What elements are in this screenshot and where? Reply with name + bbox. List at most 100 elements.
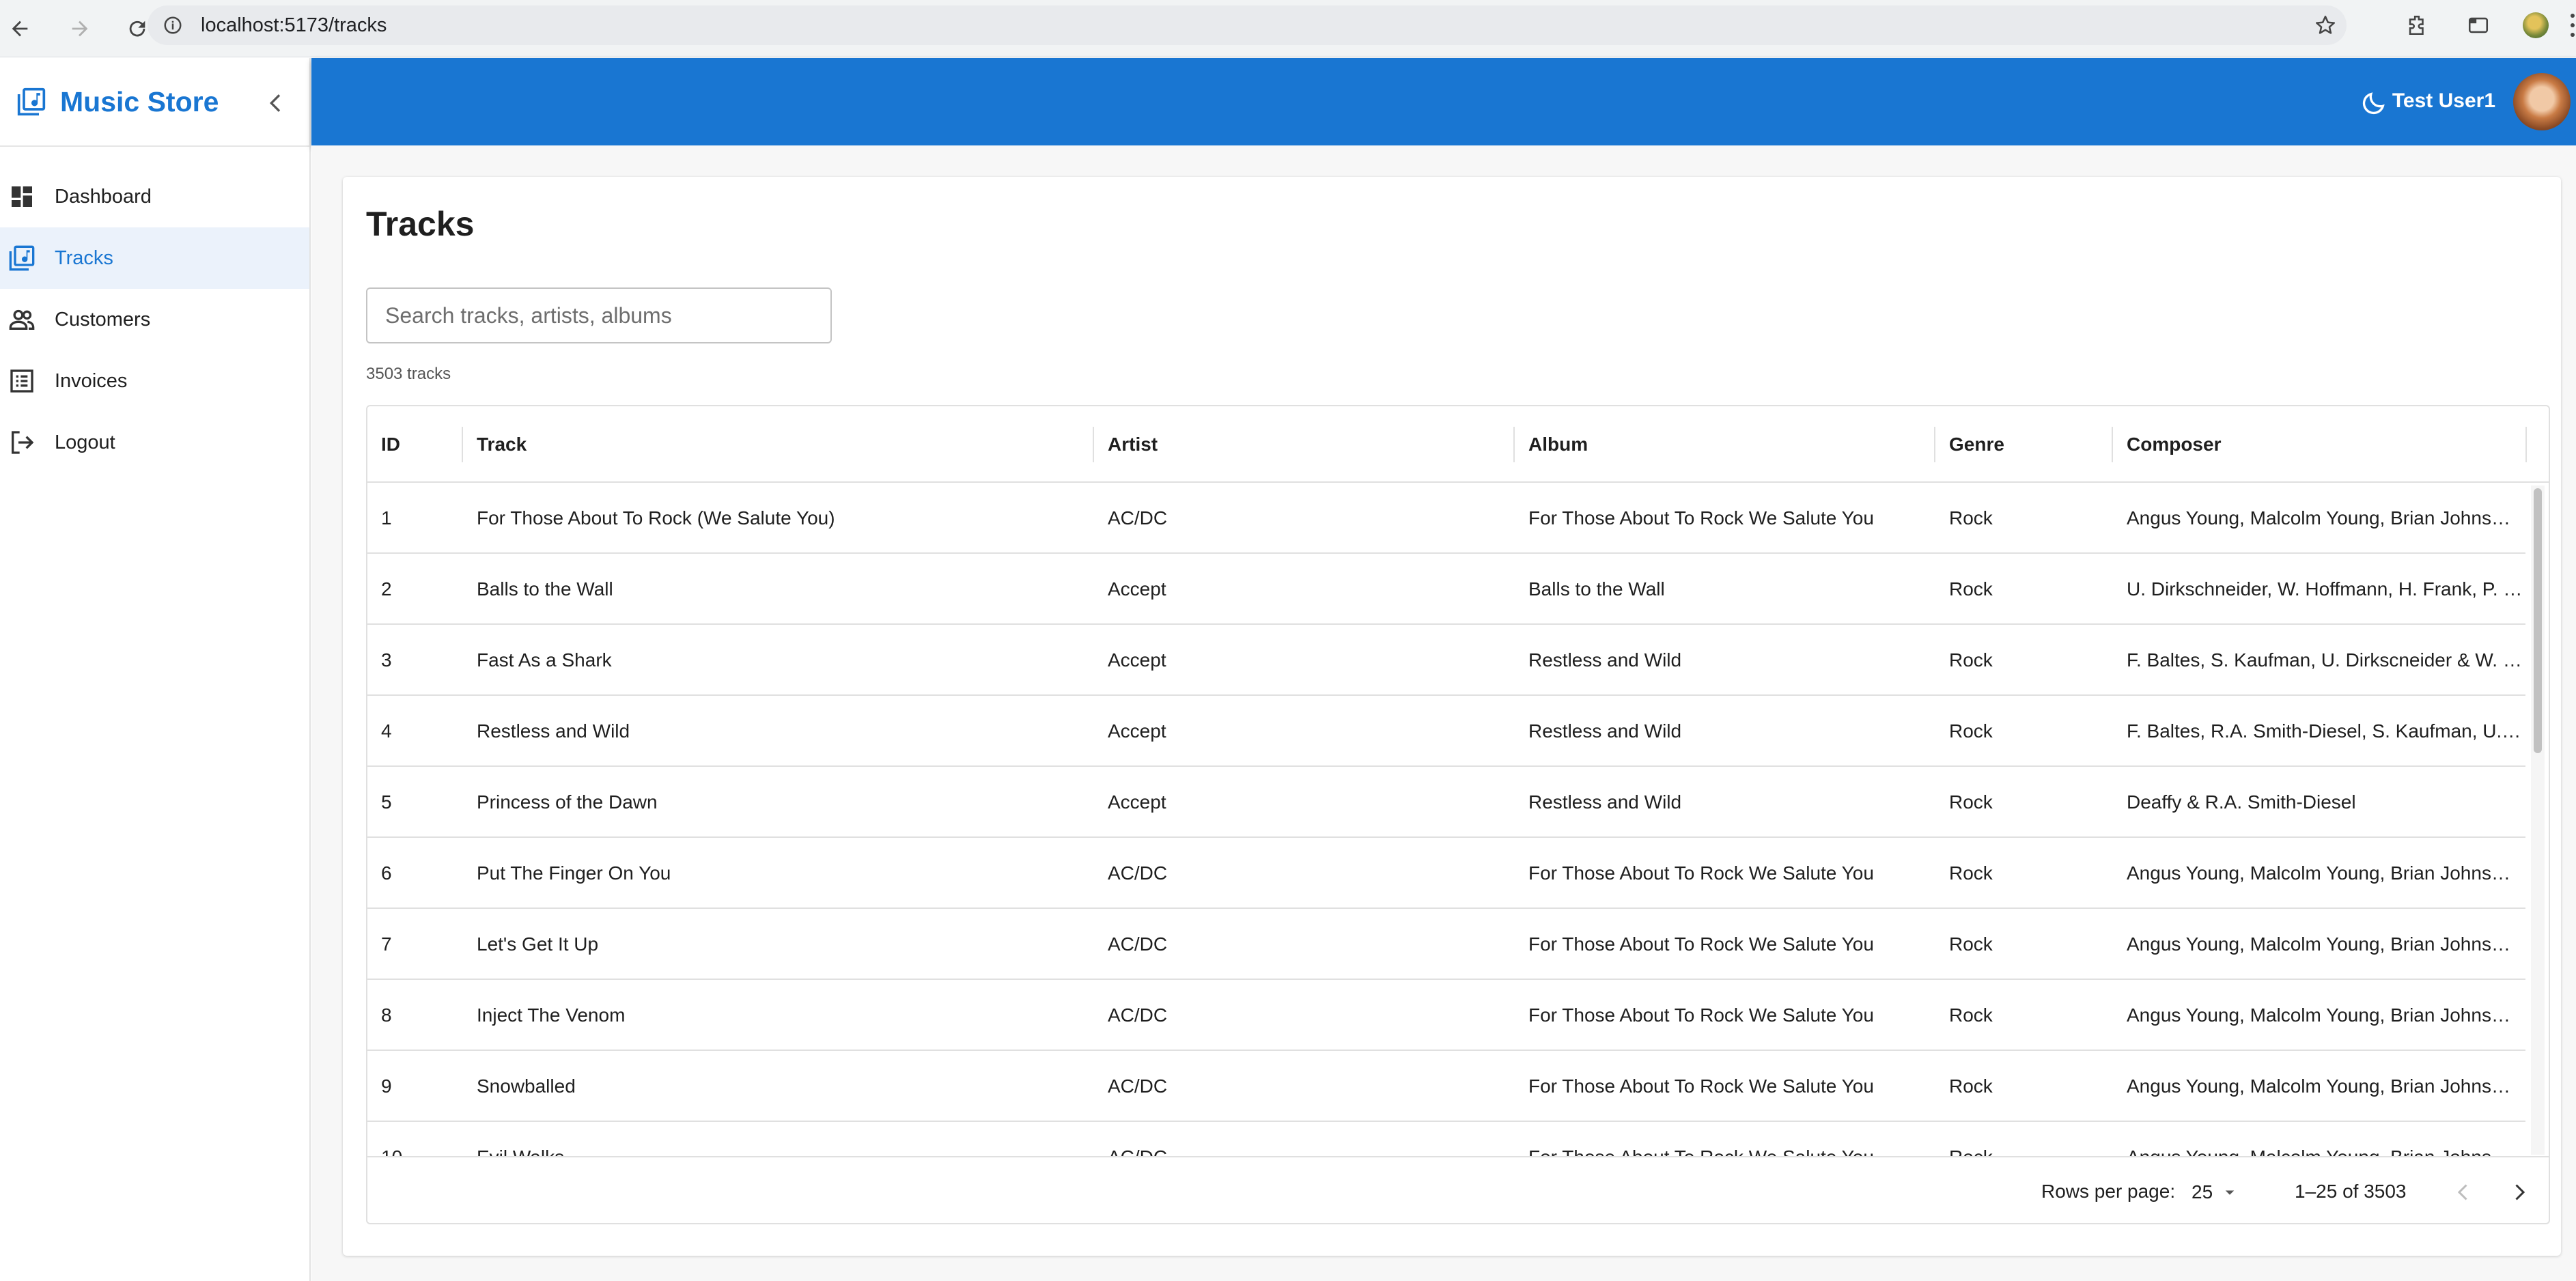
cell-composer-text: U. Dirkschneider, W. Hoffmann, H. Frank,…	[2127, 578, 2523, 600]
cell-id: 1	[367, 483, 462, 554]
cell-album-text: Restless and Wild	[1528, 791, 1682, 813]
cell-track: For Those About To Rock (We Salute You)	[463, 483, 1093, 554]
rows-per-page-value: 25	[2192, 1181, 2213, 1202]
sidebar-item-customers[interactable]: Customers	[0, 289, 309, 350]
moon-icon[interactable]	[2360, 89, 2388, 117]
sidebar-item-logout[interactable]: Logout	[0, 412, 309, 473]
sidebar-item-tracks[interactable]: Tracks	[0, 227, 309, 289]
tracks-card: Tracks 3503 tracks ID Track Artist Album…	[343, 177, 2561, 1256]
cell-id: 10	[367, 1122, 462, 1156]
people-icon	[9, 309, 35, 330]
cell-genre-text: Rock	[1949, 1075, 1993, 1097]
cell-artist-text: AC/DC	[1108, 507, 1168, 529]
cell-genre: Rock	[1935, 696, 2112, 767]
cell-genre: Rock	[1935, 1122, 2112, 1156]
search-input[interactable]	[366, 287, 832, 343]
bookmark-star-icon[interactable]	[2314, 14, 2337, 37]
table-row[interactable]: 7 Let's Get It Up AC/DC For Those About To …	[367, 909, 2525, 980]
chevron-left-icon[interactable]	[262, 89, 290, 117]
cell-album-text: For Those About To Rock We Salute You	[1528, 1146, 1874, 1156]
cell-composer-text: F. Baltes, R.A. Smith-Diesel, S. Kaufman…	[2127, 720, 2525, 742]
cell-composer: Deaffy & R.A. Smith-Diesel	[2113, 767, 2525, 838]
column-header-track[interactable]: Track	[463, 406, 1093, 483]
extensions-icon[interactable]	[2405, 14, 2428, 37]
cell-id-text: 6	[381, 862, 392, 884]
cell-id-text: 5	[381, 791, 392, 813]
cell-genre: Rock	[1935, 767, 2112, 838]
tab-search-icon[interactable]	[2467, 14, 2490, 37]
cell-composer-text: Angus Young, Malcolm Young, Brian Johns…	[2127, 1004, 2510, 1026]
forward-button[interactable]	[60, 9, 100, 48]
column-header-genre[interactable]: Genre	[1935, 406, 2112, 483]
cell-id-text: 7	[381, 933, 392, 955]
cell-album: For Those About To Rock We Salute You	[1515, 1051, 1934, 1122]
cell-genre: Rock	[1935, 554, 2112, 625]
table-row[interactable]: 10 Evil Walks AC/DC For Those About To Rock…	[367, 1122, 2525, 1156]
sidebar-item-dashboard[interactable]: Dashboard	[0, 166, 309, 227]
library-music-icon	[9, 245, 35, 271]
site-info-icon[interactable]	[163, 15, 183, 36]
table-row[interactable]: 6 Put The Finger On You AC/DC For Those Abo…	[367, 838, 2525, 909]
sidebar-item-label: Invoices	[55, 369, 128, 392]
cell-genre-text: Rock	[1949, 507, 1993, 529]
cell-composer-text: F. Baltes, S. Kaufman, U. Dirkscneider &…	[2127, 649, 2522, 671]
table-scrollbar[interactable]	[2531, 485, 2545, 1155]
user-avatar[interactable]	[2513, 73, 2571, 130]
cell-artist: AC/DC	[1094, 838, 1513, 909]
column-header-id[interactable]: ID	[367, 406, 462, 483]
chevron-right-icon	[2515, 1184, 2525, 1200]
main-content: Tracks 3503 tracks ID Track Artist Album…	[311, 145, 2576, 1281]
cell-artist-text: AC/DC	[1108, 1146, 1167, 1156]
cell-track: Put The Finger On You	[463, 838, 1093, 909]
logout-icon	[12, 431, 34, 454]
cell-track-text: Restless and Wild	[477, 720, 630, 742]
cell-artist-text: AC/DC	[1108, 1075, 1168, 1097]
browser-profile-avatar[interactable]	[2523, 12, 2549, 38]
browser-menu-icon[interactable]	[2569, 14, 2576, 37]
cell-genre: Rock	[1935, 625, 2112, 696]
table-row[interactable]: 3 Fast As a Shark Accept Restless and Wild R…	[367, 625, 2525, 696]
cell-artist: AC/DC	[1094, 483, 1513, 554]
column-separator[interactable]	[2525, 427, 2527, 462]
scrollbar-thumb[interactable]	[2534, 488, 2542, 753]
previous-page-button[interactable]	[2448, 1177, 2479, 1208]
cell-id: 9	[367, 1051, 462, 1122]
cell-album-text: For Those About To Rock We Salute You	[1528, 862, 1874, 884]
sidebar-brand: Music Store	[0, 58, 309, 145]
user-name[interactable]: Test User1	[2392, 89, 2495, 113]
cell-id-text: 9	[381, 1075, 392, 1097]
sidebar-item-label: Customers	[55, 308, 151, 330]
table-row[interactable]: 1 For Those About To Rock (We Salute You)…	[367, 483, 2525, 554]
address-bar[interactable]: localhost:5173/tracks	[148, 5, 2347, 45]
cell-id-text: 8	[381, 1004, 392, 1026]
table-row[interactable]: 4 Restless and Wild Accept Restless and Wil…	[367, 696, 2525, 767]
cell-artist: AC/DC	[1094, 980, 1513, 1051]
cell-artist: Accept	[1094, 696, 1513, 767]
table-row[interactable]: 5 Princess of the Dawn Accept Restless and …	[367, 767, 2525, 838]
sidebar-item-invoices[interactable]: Invoices	[0, 350, 309, 412]
cell-genre-text: Rock	[1949, 720, 1993, 742]
cell-id-text: 3	[381, 649, 392, 671]
rows-per-page-select[interactable]: 25	[2192, 1175, 2240, 1209]
url-text: localhost:5173/tracks	[201, 14, 387, 36]
cell-track-text: Put The Finger On You	[477, 862, 671, 884]
cell-genre: Rock	[1935, 909, 2112, 980]
column-header-artist[interactable]: Artist	[1094, 406, 1513, 483]
cell-composer: Angus Young, Malcolm Young, Brian Johns…	[2113, 1122, 2525, 1156]
next-page-button[interactable]	[2504, 1177, 2535, 1208]
column-header-composer[interactable]: Composer	[2113, 406, 2530, 483]
cell-genre: Rock	[1935, 980, 2112, 1051]
table-row[interactable]: 8 Inject The Venom AC/DC For Those About To…	[367, 980, 2525, 1051]
cell-album: Restless and Wild	[1515, 767, 1934, 838]
column-header-album[interactable]: Album	[1515, 406, 1934, 483]
cell-id: 3	[367, 625, 462, 696]
cell-track: Restless and Wild	[463, 696, 1093, 767]
back-button[interactable]	[0, 9, 40, 48]
pagination-range: 1–25 of 3503	[2295, 1181, 2407, 1202]
table-row[interactable]: 9 Snowballed AC/DC For Those About To Rock …	[367, 1051, 2525, 1122]
cell-artist-text: AC/DC	[1108, 933, 1168, 955]
table-row[interactable]: 2 Balls to the Wall Accept Balls to the Wal…	[367, 554, 2525, 625]
browser-extension-area	[2367, 5, 2576, 45]
cell-id: 2	[367, 554, 462, 625]
cell-artist: Accept	[1094, 767, 1513, 838]
